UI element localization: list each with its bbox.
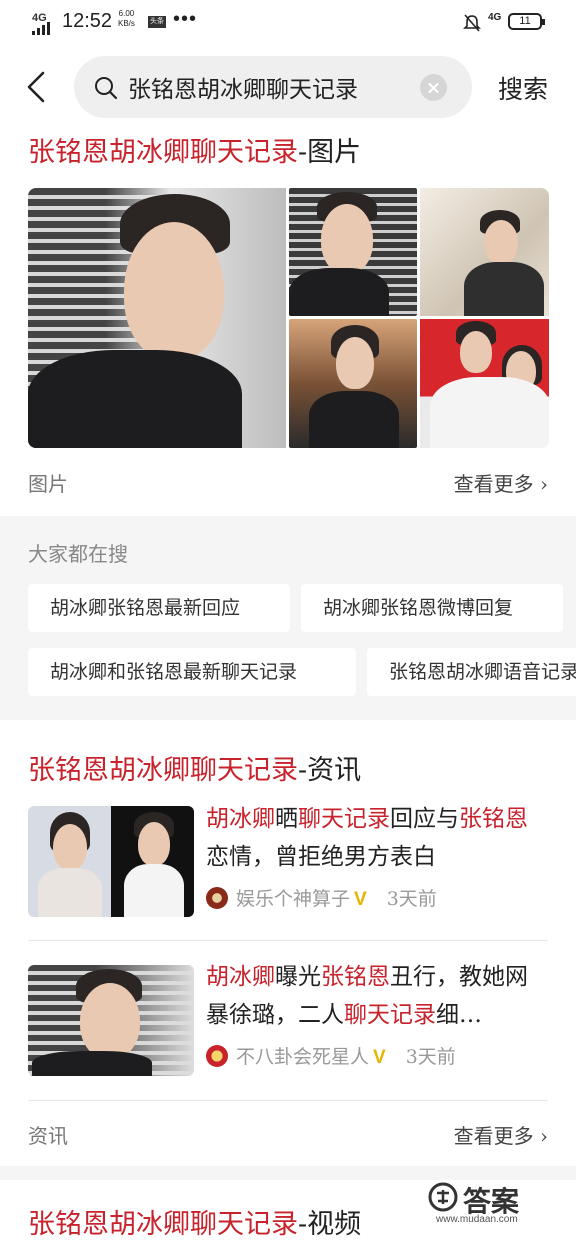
status-bar: 4G 12:52 6.00 KB/s 头条 ••• 4G 11 <box>0 0 576 46</box>
hot-search-chip[interactable]: 胡冰卿张铭恩微博回复 <box>301 584 563 632</box>
video-section-title[interactable]: 张铭恩胡冰卿聊天记录-视频 <box>28 1202 361 1241</box>
network-type-right: 4G <box>488 12 502 23</box>
signal-icon <box>32 22 50 35</box>
verified-icon: V <box>354 889 367 910</box>
images-section-title[interactable]: 张铭恩胡冰卿聊天记录-图片 <box>28 130 361 169</box>
news-source[interactable]: 不八卦会死星人 <box>236 1046 369 1068</box>
verified-icon: V <box>373 1047 386 1068</box>
source-avatar <box>206 887 228 909</box>
mute-icon <box>463 14 481 32</box>
news-source[interactable]: 娱乐个神算子 <box>236 888 350 910</box>
news-time: 3天前 <box>386 888 437 910</box>
news-title[interactable]: 胡冰卿曝光张铭恩丑行，教她网暴徐璐，二人聊天记录细… <box>206 958 546 1034</box>
news-thumbnail[interactable] <box>28 806 194 917</box>
news-time: 3天前 <box>405 1046 456 1068</box>
search-icon <box>95 77 118 100</box>
images-more-link[interactable]: 查看更多 › <box>454 468 548 497</box>
news-footer-label: 资讯 <box>28 1124 68 1148</box>
battery-icon: 11 <box>508 13 545 30</box>
image-result-2[interactable] <box>289 188 417 316</box>
section-gap <box>0 1166 576 1180</box>
image-result-4[interactable] <box>289 319 417 448</box>
network-speed: 6.00 KB/s <box>118 9 135 28</box>
images-footer: 图片 查看更多 › <box>28 468 548 498</box>
hot-search-chip[interactable]: 胡冰卿张铭恩最新回应 <box>28 584 290 632</box>
hot-search-chip[interactable]: 胡冰卿和张铭恩最新聊天记录 <box>28 648 356 696</box>
search-input[interactable]: 张铭恩胡冰卿聊天记录 <box>74 56 472 118</box>
clear-icon[interactable] <box>420 74 447 101</box>
chevron-right-icon: › <box>533 1124 548 1148</box>
clock: 12:52 <box>62 10 113 32</box>
source-avatar <box>206 1045 228 1067</box>
chevron-right-icon: › <box>533 472 548 496</box>
back-icon[interactable] <box>26 70 46 104</box>
hot-search-chip[interactable]: 张铭恩胡冰卿语音记录 <box>367 648 576 696</box>
watermark-logo-icon <box>428 1182 458 1212</box>
news-thumbnail[interactable] <box>28 965 194 1076</box>
image-result-1[interactable] <box>28 188 286 448</box>
search-button[interactable]: 搜索 <box>498 70 548 106</box>
divider <box>28 1100 548 1101</box>
news-section-title[interactable]: 张铭恩胡冰卿聊天记录-资讯 <box>28 748 361 787</box>
news-footer: 资讯 查看更多 › <box>28 1120 548 1150</box>
search-query[interactable]: 张铭恩胡冰卿聊天记录 <box>128 70 358 104</box>
news-title[interactable]: 胡冰卿晒聊天记录回应与张铭恩恋情，曾拒绝男方表白 <box>206 800 546 876</box>
app-notification-icon: 头条 <box>148 16 166 28</box>
image-result-5[interactable] <box>420 319 549 448</box>
hot-searches-title: 大家都在搜 <box>28 542 128 566</box>
news-meta: 娱乐个神算子 V 3天前 <box>206 884 437 911</box>
hot-searches-panel: 大家都在搜 胡冰卿张铭恩最新回应 胡冰卿张铭恩微博回复 胡冰卿和张铭恩最新聊天记… <box>0 516 576 720</box>
divider <box>28 940 548 941</box>
news-more-link[interactable]: 查看更多 › <box>454 1120 548 1149</box>
images-footer-label: 图片 <box>28 472 68 496</box>
more-notifications-icon: ••• <box>173 8 198 30</box>
image-result-3[interactable] <box>420 188 549 316</box>
news-meta: 不八卦会死星人 V 3天前 <box>206 1042 456 1069</box>
